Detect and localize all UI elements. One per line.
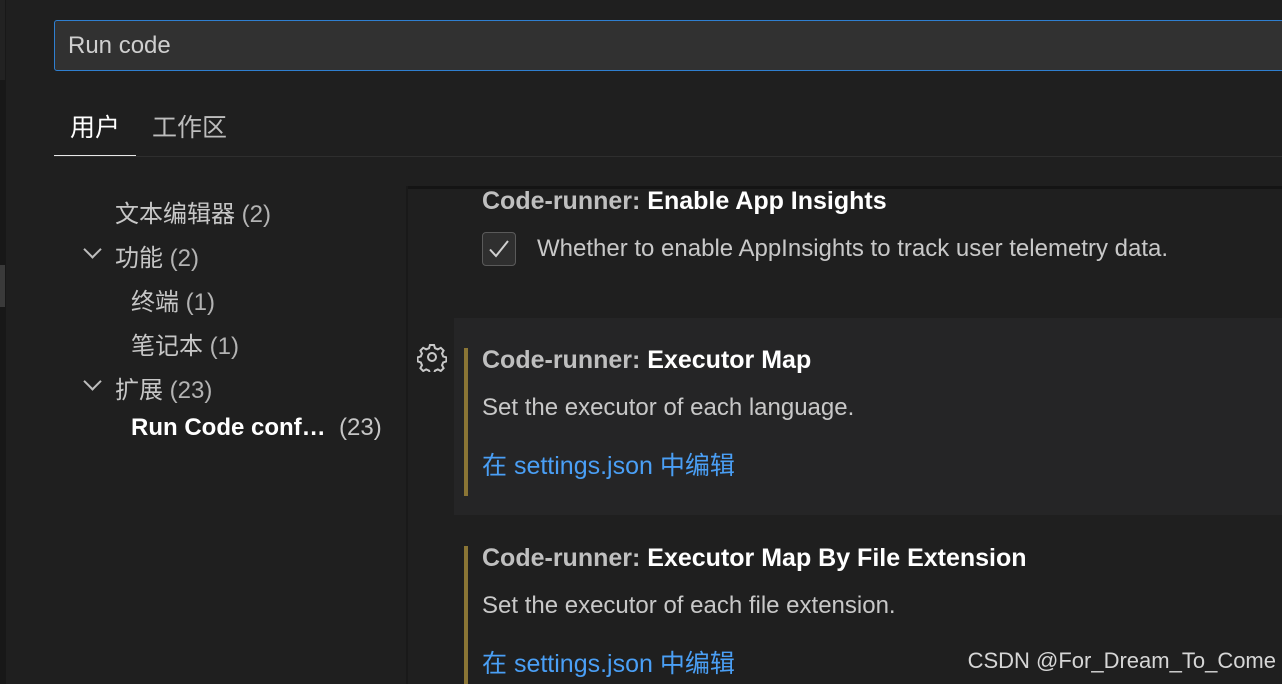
setting-description: Set the executor of each file extension. [482, 592, 896, 619]
tab-workspace[interactable]: 工作区 [136, 100, 243, 149]
content-top-shadow [408, 186, 1282, 189]
toc-count: (1) [185, 289, 216, 316]
enable-app-insights-checkbox[interactable] [482, 232, 516, 266]
edge-shade [0, 0, 5, 80]
activity-edge [0, 0, 6, 684]
toc-label: 终端 [131, 289, 179, 316]
setting-category: Code-runner: [482, 187, 648, 215]
setting-name: Enable App Insights [647, 187, 887, 215]
setting-title: Code-runner: Enable App Insights [482, 187, 887, 216]
edit-in-settings-json-link[interactable]: 在 settings.json 中编辑 [482, 644, 735, 680]
gear-icon[interactable] [417, 342, 447, 372]
setting-executor-map: Code-runner: Executor Map Set the execut… [454, 318, 1282, 515]
setting-enable-app-insights: Code-runner: Enable App Insights Whether… [408, 186, 1282, 318]
toc-count: (2) [241, 201, 272, 228]
setting-category: Code-runner: [482, 346, 648, 374]
toc-item-extensions[interactable]: 扩展 (23) [115, 370, 212, 405]
toc-label: 扩展 [115, 377, 163, 404]
check-icon [489, 240, 509, 258]
watermark: CSDN @For_Dream_To_Come [967, 648, 1276, 673]
edit-in-settings-json-link[interactable]: 在 settings.json 中编辑 [482, 446, 735, 482]
modified-indicator [464, 348, 468, 496]
toc-item-notebook[interactable]: 笔记本 (1) [131, 326, 239, 361]
setting-category: Code-runner: [482, 544, 648, 572]
settings-search-box[interactable] [54, 20, 1282, 71]
scope-tabs: 用户 工作区 [54, 100, 243, 157]
toc-label: Run Code conf… [131, 414, 326, 441]
toc-item-text-editor[interactable]: 文本编辑器 (2) [115, 194, 271, 229]
toc-label: 文本编辑器 [115, 201, 235, 228]
setting-description: Set the executor of each language. [482, 394, 855, 421]
toc-count: (23) [339, 414, 382, 441]
toc-count: (2) [169, 245, 200, 272]
toc-label: 功能 [115, 245, 163, 272]
chevron-down-icon[interactable] [83, 240, 102, 259]
setting-description: Whether to enable AppInsights to track u… [537, 235, 1169, 262]
toc-label: 笔记本 [131, 333, 203, 360]
setting-title: Code-runner: Executor Map By File Extens… [482, 544, 1027, 573]
tab-user[interactable]: 用户 [54, 100, 137, 157]
setting-title: Code-runner: Executor Map [482, 346, 811, 375]
scroll-indicator [0, 265, 5, 307]
settings-search-input[interactable] [68, 31, 1218, 60]
toc-count: (23) [169, 377, 213, 404]
toc-count: (1) [209, 333, 240, 360]
toc-item-terminal[interactable]: 终端 (1) [131, 282, 215, 317]
modified-indicator [464, 546, 468, 684]
tabs-divider [54, 156, 1282, 157]
toc-item-run-code-config[interactable]: Run Code conf… (23) [131, 414, 382, 442]
toc-item-features[interactable]: 功能 (2) [115, 238, 199, 273]
chevron-down-icon[interactable] [83, 372, 102, 391]
setting-name: Executor Map By File Extension [647, 544, 1027, 572]
setting-name: Executor Map [647, 346, 812, 374]
